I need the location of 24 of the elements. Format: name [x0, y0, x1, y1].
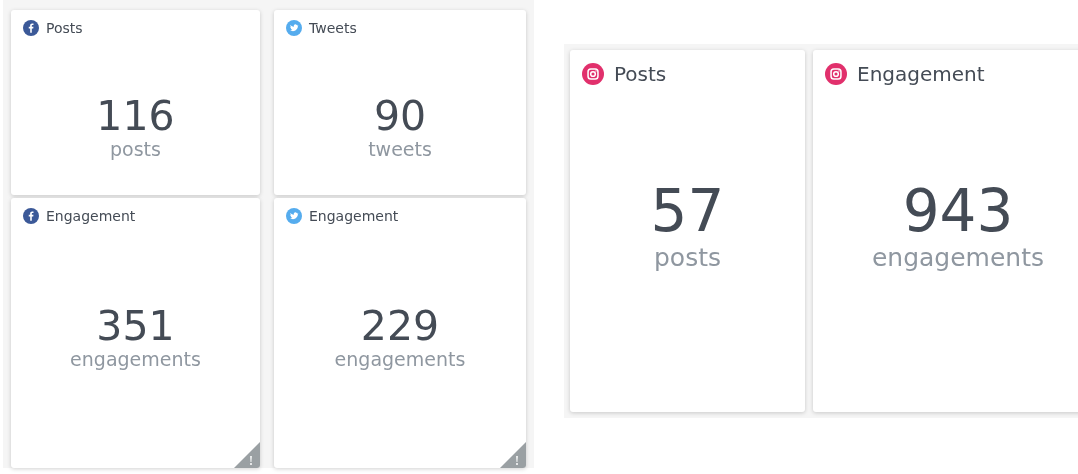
card-title: Engagement — [46, 208, 136, 224]
camera-icon — [825, 63, 847, 85]
bird-icon — [286, 20, 302, 36]
card-title: Engagement — [309, 208, 399, 224]
card-title: Posts — [46, 20, 83, 36]
stat-value: 943 — [902, 180, 1014, 244]
card-title: Tweets — [309, 20, 357, 36]
stat-unit: engagements — [871, 243, 1045, 272]
stat-unit: engagements — [334, 349, 466, 370]
card-title: Engagement — [857, 62, 985, 86]
card-title: Posts — [614, 62, 667, 86]
stat-unit: posts — [654, 243, 721, 272]
stat-unit: tweets — [368, 139, 432, 160]
bird-icon — [286, 208, 302, 224]
stat-unit: posts — [110, 139, 161, 160]
stat-value: 351 — [96, 304, 175, 350]
stat-value: 229 — [360, 304, 440, 350]
stat-value: 116 — [96, 94, 175, 140]
stat-unit: engagements — [70, 349, 201, 370]
facebook-icon — [23, 20, 39, 36]
camera-icon — [582, 63, 604, 85]
facebook-icon — [23, 208, 39, 224]
stat-value: 57 — [650, 180, 725, 244]
stat-value: 90 — [373, 94, 427, 140]
